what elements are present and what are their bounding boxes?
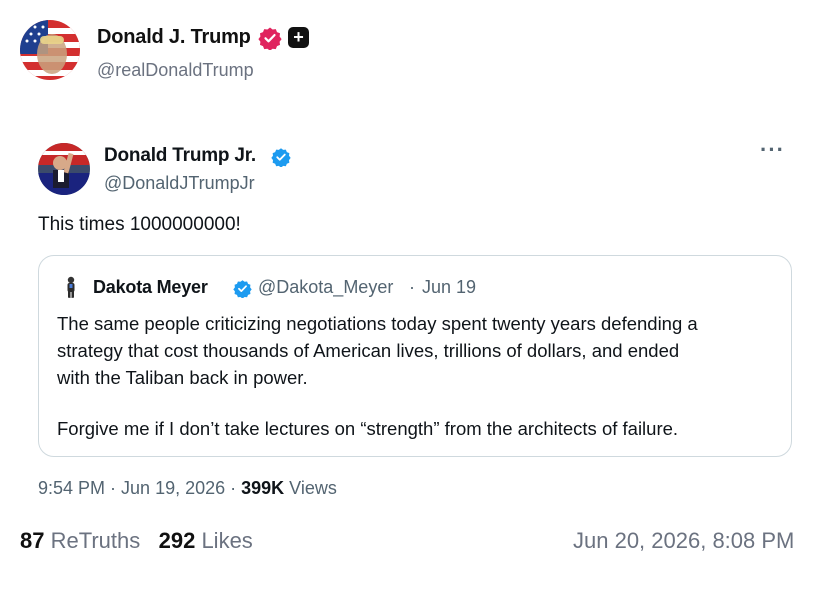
tweet-meta: 9:54 PM · Jun 19, 2026 · 399K Views: [38, 478, 337, 499]
quoted-author-name[interactable]: Dakota Meyer: [93, 277, 208, 298]
post-timestamp[interactable]: Jun 20, 2026, 8:08 PM: [573, 528, 794, 554]
plus-icon: +: [288, 27, 309, 48]
meta-separator: ·: [105, 478, 122, 498]
post-stats: 87 ReTruths 292 Likes: [20, 528, 253, 554]
verified-badge-icon: [258, 26, 282, 51]
tweet-text: This times 1000000000!: [38, 214, 241, 235]
retruths-count[interactable]: 87: [20, 528, 44, 553]
tweet-author-name[interactable]: Donald Trump Jr.: [104, 145, 256, 167]
quoted-text-line: Forgive me if I don’t take lectures on “…: [57, 418, 679, 439]
tweet-time[interactable]: 9:54 PM: [38, 478, 105, 498]
author-name[interactable]: Donald J. Trump: [97, 26, 251, 49]
quoted-avatar[interactable]: [59, 274, 83, 298]
more-options-icon[interactable]: ···: [760, 137, 785, 163]
author-handle[interactable]: @realDonaldTrump: [97, 60, 254, 81]
meta-separator: ·: [225, 478, 242, 498]
retruths-label[interactable]: ReTruths: [44, 528, 141, 553]
tweet-date[interactable]: Jun 19, 2026: [121, 478, 225, 498]
likes-count[interactable]: 292: [159, 528, 196, 553]
likes-label[interactable]: Likes: [195, 528, 252, 553]
quoted-text-line: strategy that cost thousands of American…: [57, 340, 680, 361]
quoted-date[interactable]: Jun 19: [422, 277, 476, 298]
tweet-author-handle[interactable]: @DonaldJTrumpJr: [104, 173, 255, 194]
separator-dot: ·: [409, 277, 415, 297]
verified-badge-icon: [271, 147, 291, 168]
verified-badge-icon: [233, 279, 252, 299]
quoted-author-handle[interactable]: @Dakota_Meyer: [258, 277, 393, 298]
quoted-text-line: with the Taliban back in power.: [57, 367, 308, 388]
avatar[interactable]: [20, 20, 80, 80]
views-label: Views: [284, 478, 337, 498]
quoted-text-line: The same people criticizing negotiations…: [57, 313, 698, 334]
views-count[interactable]: 399K: [241, 478, 284, 498]
tweet-avatar[interactable]: [38, 143, 90, 195]
